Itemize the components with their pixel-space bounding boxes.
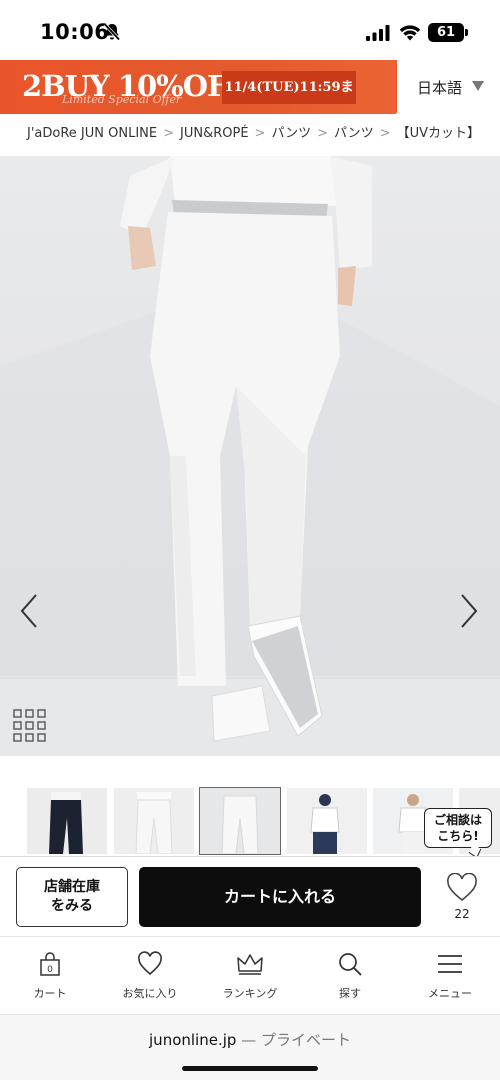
nav-item-ranking[interactable]: ランキング <box>200 947 300 1007</box>
nav-item-search[interactable]: 探す <box>300 947 400 1007</box>
cell-signal-icon <box>366 25 390 41</box>
product-photo <box>0 156 500 756</box>
consult-line-2: こちら! <box>437 829 479 843</box>
battery-tip <box>465 29 468 36</box>
browser-url-bar[interactable]: junonline.jp — プライベート <box>0 1014 500 1080</box>
purchase-action-bar: 店舗在庫 をみる カートに入れる 22 <box>0 856 500 936</box>
battery-indicator: 61 <box>428 23 464 42</box>
breadcrumb-item[interactable]: J'aDoRe JUN ONLINE <box>27 126 157 141</box>
thumbnail-4[interactable] <box>287 788 367 854</box>
consult-chat-bubble[interactable]: ご相談は こちら! <box>424 808 492 848</box>
store-stock-label-2: をみる <box>51 898 93 914</box>
breadcrumb-separator: > <box>379 126 391 141</box>
breadcrumb-separator: > <box>317 126 329 141</box>
private-mode-label: — プライベート <box>236 1031 351 1049</box>
nav-label-ranking: ランキング <box>222 987 278 1000</box>
promo-link[interactable]: 2BUY 10%OFF Limited Special Offer 11/4(T… <box>0 60 396 128</box>
chevron-right-icon[interactable] <box>454 591 482 631</box>
thumbnail-1[interactable] <box>27 788 107 854</box>
language-selector[interactable]: 日本語 <box>397 60 500 114</box>
triangle-down-icon <box>472 81 484 91</box>
nav-label-favorites: お気に入り <box>122 987 178 1000</box>
status-time: 10:06 <box>40 20 110 44</box>
nav-item-cart[interactable]: 0 カート <box>0 947 100 1007</box>
heart-icon <box>138 951 162 976</box>
promo-script-text: Limited Special Offer <box>62 93 182 106</box>
svg-text:0: 0 <box>47 965 53 975</box>
nav-label-cart: カート <box>33 987 67 1000</box>
nav-label-search: 探す <box>339 987 361 1000</box>
promo-banner: 2BUY 10%OFF Limited Special Offer 11/4(T… <box>0 60 500 128</box>
nav-label-menu: メニュー <box>428 987 472 1000</box>
chevron-left-icon[interactable] <box>16 591 44 631</box>
url-display[interactable]: junonline.jp — プライベート <box>0 1029 500 1050</box>
breadcrumb-item-current: 【UVカット】 <box>396 126 480 141</box>
favorite-button[interactable]: 22 <box>440 871 484 927</box>
breadcrumb-item[interactable]: パンツ <box>271 126 311 141</box>
language-label: 日本語 <box>417 79 463 97</box>
nav-item-menu[interactable]: メニュー <box>400 947 500 1007</box>
consult-line-1: ご相談は <box>433 813 482 827</box>
heart-icon <box>447 873 477 902</box>
search-icon <box>339 953 362 976</box>
thumbnail-2[interactable] <box>114 788 194 854</box>
breadcrumb-separator: > <box>254 126 266 141</box>
bell-muted-icon <box>103 23 121 41</box>
crown-icon <box>237 954 263 975</box>
nav-item-favorites[interactable]: お気に入り <box>100 947 200 1007</box>
favorite-count: 22 <box>454 907 470 921</box>
store-stock-button[interactable]: 店舗在庫 をみる <box>16 867 128 927</box>
url-domain: junonline.jp <box>149 1031 237 1049</box>
home-indicator <box>182 1066 318 1071</box>
product-image-carousel[interactable] <box>0 156 500 756</box>
bottom-navigation: 0 カート お気に入り ランキング 探す メニュー <box>0 936 500 1014</box>
wifi-icon <box>399 25 421 41</box>
store-stock-label-1: 店舗在庫 <box>44 879 100 895</box>
breadcrumb-item[interactable]: パンツ <box>334 126 374 141</box>
breadcrumb-separator: > <box>163 126 175 141</box>
promo-date-badge: 11/4(TUE)11:59まで <box>222 71 356 128</box>
add-to-cart-button[interactable]: カートに入れる <box>139 867 421 927</box>
breadcrumb: J'aDoRe JUN ONLINE > JUN&ROPÉ > パンツ > パンツ > 【UVカ… <box>0 114 500 156</box>
grid-icon[interactable] <box>12 708 48 744</box>
menu-icon <box>438 955 462 973</box>
status-bar: 10:06 61 <box>0 0 500 60</box>
thumbnail-3-selected[interactable] <box>199 787 281 855</box>
cart-bag-icon: 0 <box>40 952 60 976</box>
breadcrumb-item[interactable]: JUN&ROPÉ <box>180 126 249 141</box>
